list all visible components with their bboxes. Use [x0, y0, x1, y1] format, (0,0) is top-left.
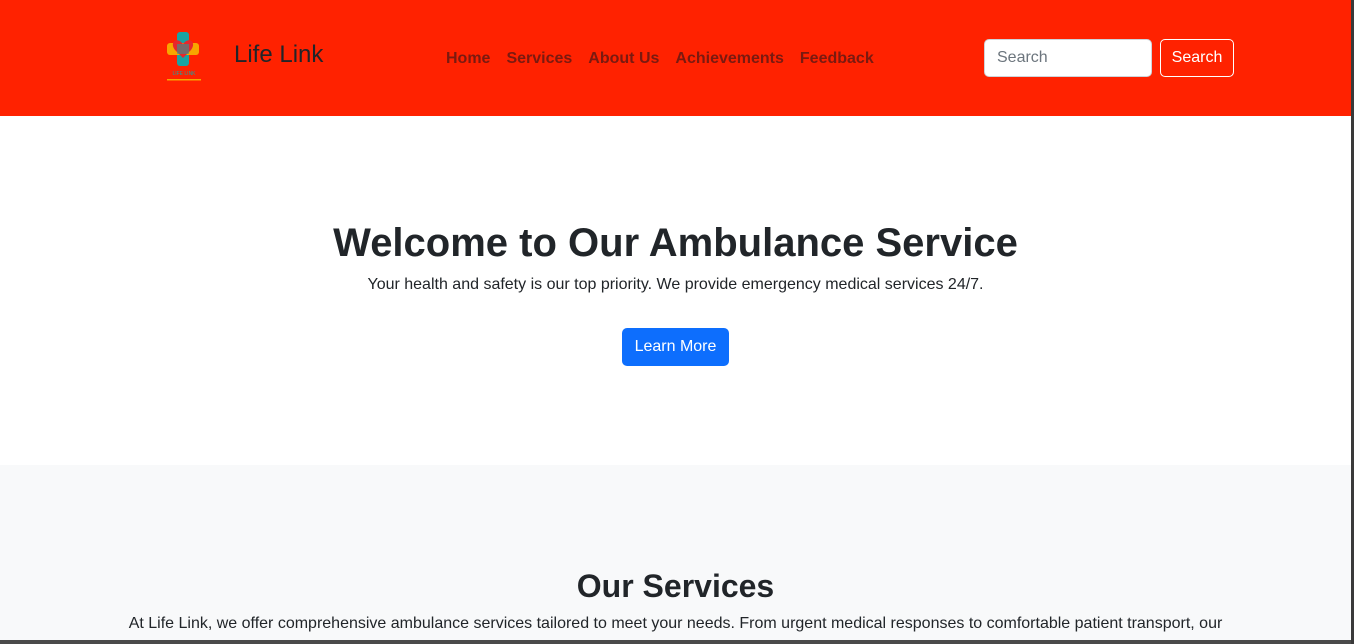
- life-link-logo[interactable]: LIFE LINK: [163, 30, 205, 86]
- search-button[interactable]: Search: [1160, 39, 1234, 77]
- hero-subtitle: Your health and safety is our top priori…: [367, 276, 984, 293]
- navbar: LIFE LINK Life Link Home Services About …: [0, 0, 1351, 116]
- search-input[interactable]: [984, 39, 1152, 77]
- services-intro: At Life Link, we offer comprehensive amb…: [128, 615, 1223, 632]
- services-section: Our Services At Life Link, we offer comp…: [0, 465, 1351, 644]
- brand-name[interactable]: Life Link: [234, 40, 323, 70]
- nav-links: Home Services About Us Achievements Feed…: [446, 48, 874, 70]
- services-title: Our Services: [576, 568, 775, 604]
- svg-text:LIFE LINK: LIFE LINK: [172, 71, 196, 77]
- learn-more-button[interactable]: Learn More: [622, 328, 729, 366]
- nav-link-home[interactable]: Home: [446, 48, 490, 70]
- window-bottom-edge: [0, 640, 1351, 644]
- nav-link-about-us[interactable]: About Us: [588, 48, 659, 70]
- hero-title: Welcome to Our Ambulance Service: [333, 221, 1018, 265]
- nav-link-achievements[interactable]: Achievements: [675, 48, 784, 70]
- nav-link-services[interactable]: Services: [506, 48, 572, 70]
- nav-link-feedback[interactable]: Feedback: [800, 48, 874, 70]
- hero-section: Welcome to Our Ambulance Service Your he…: [0, 116, 1351, 465]
